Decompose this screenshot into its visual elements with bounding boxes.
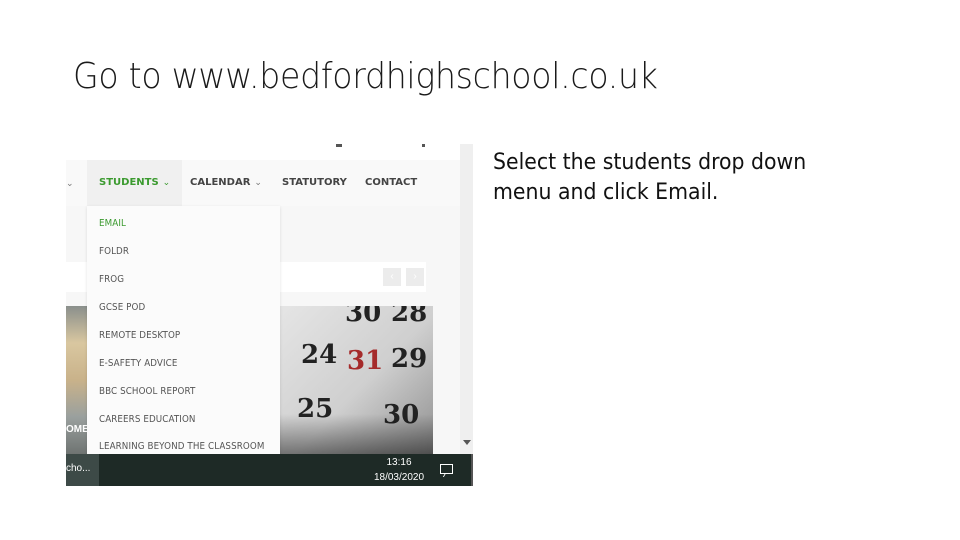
show-desktop-edge[interactable]	[471, 454, 473, 486]
image-shadow	[273, 414, 433, 454]
nav-calendar[interactable]: CALENDAR ⌄	[190, 160, 262, 206]
instruction-text: Select the students drop down menu and c…	[493, 150, 807, 205]
slide-title: Go to www.bedfordhighschool.co.uk	[73, 56, 658, 97]
nav-statutory[interactable]: STATUTORY	[282, 160, 347, 206]
taskbar-app-button[interactable]: cho...	[66, 454, 99, 486]
dropdown-item-email[interactable]: EMAIL	[99, 218, 126, 229]
calendar-number: 30	[345, 306, 382, 328]
dropdown-item-gcse-pod[interactable]: GCSE POD	[99, 302, 145, 313]
notification-icon[interactable]	[440, 464, 453, 474]
nav-calendar-label: CALENDAR	[190, 177, 251, 188]
chevron-down-icon[interactable]: ⌄	[66, 160, 74, 206]
taskbar-app-label: cho...	[66, 463, 91, 474]
website-screenshot: ⌄ STUDENTS ⌄ CALENDAR ⌄ STATUTORY CONTACT …	[66, 144, 473, 486]
dropdown-item-learning-beyond-the-classroom[interactable]: LEARNING BEYOND THE CLASSROOM	[99, 441, 264, 452]
clock-date[interactable]: 18/03/2020	[369, 472, 429, 483]
next-button[interactable]: ›	[406, 268, 424, 286]
calendar-number: 29	[391, 344, 428, 374]
scroll-down-arrow-icon[interactable]	[463, 440, 471, 445]
chevron-down-icon: ⌄	[254, 178, 262, 188]
prev-button[interactable]: ‹	[383, 268, 401, 286]
header-fragment	[422, 144, 425, 147]
dropdown-item-remote-desktop[interactable]: REMOTE DESKTOP	[99, 330, 180, 341]
calendar-tile-photo[interactable]: 30 28 24 31 29 25 30 R	[273, 306, 433, 454]
windows-taskbar: cho... 13:16 18/03/2020	[66, 454, 473, 486]
dropdown-item-bbc-school-report[interactable]: BBC SCHOOL REPORT	[99, 386, 195, 397]
dropdown-item-e-safety-advice[interactable]: E-SAFETY ADVICE	[99, 358, 177, 369]
dropdown-item-foldr[interactable]: FOLDR	[99, 246, 129, 257]
nav-contact-label: CONTACT	[365, 177, 418, 188]
clock-time[interactable]: 13:16	[369, 457, 429, 468]
nav-students[interactable]: STUDENTS ⌄	[87, 160, 183, 206]
header-fragment	[336, 144, 342, 147]
calendar-number: 24	[301, 340, 338, 370]
calendar-number: 31	[347, 346, 384, 376]
nav-students-label: STUDENTS	[99, 177, 159, 188]
scrollbar[interactable]	[460, 144, 473, 454]
students-dropdown-menu: EMAIL FOLDR FROG GCSE POD REMOTE DESKTOP…	[87, 206, 280, 454]
calendar-number: 28	[391, 306, 428, 328]
nav-contact[interactable]: CONTACT	[365, 160, 417, 206]
dropdown-item-frog[interactable]: FROG	[99, 274, 124, 285]
chevron-down-icon: ⌄	[162, 178, 171, 188]
nav-statutory-label: STATUTORY	[282, 177, 347, 188]
dropdown-item-careers-education[interactable]: CAREERS EDUCATION	[99, 414, 196, 425]
tile-caption: OME	[66, 424, 89, 435]
header-strip	[66, 144, 460, 160]
